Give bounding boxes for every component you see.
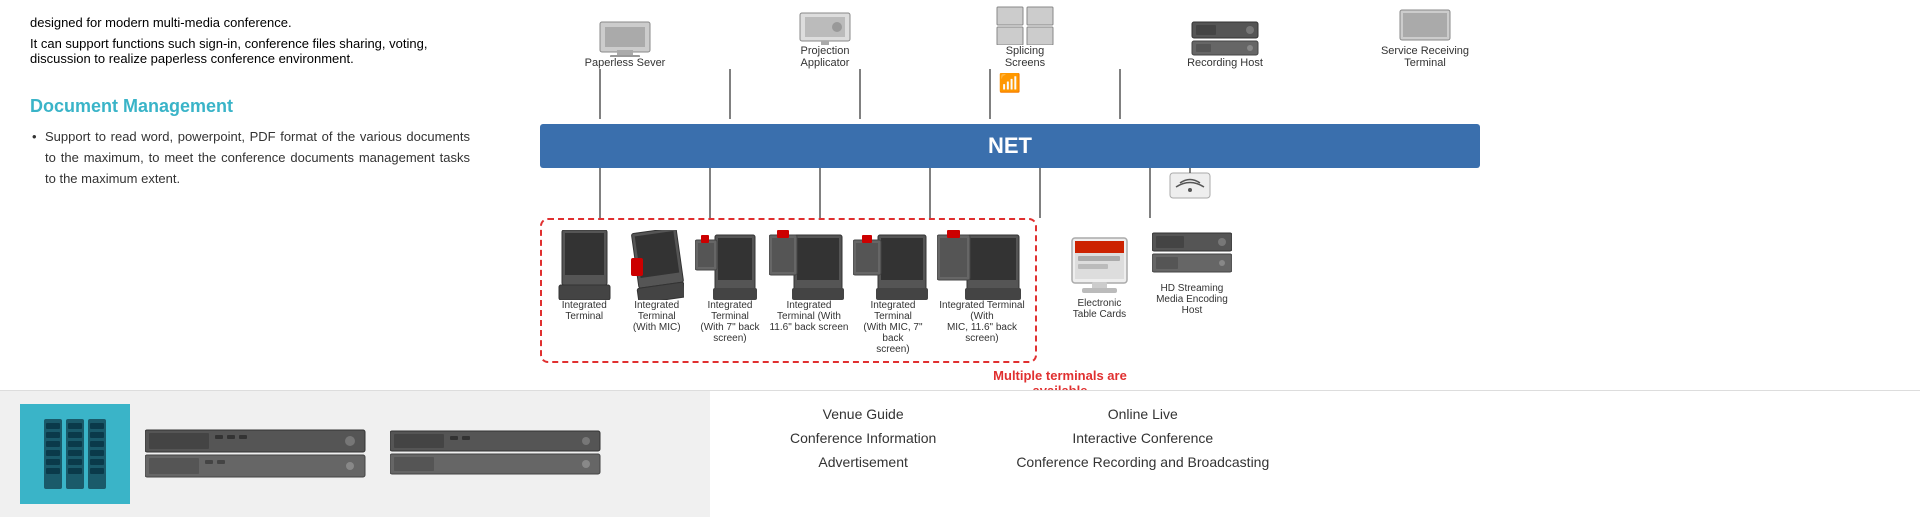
extra-devices: ElectronicTable Cards HD StreamingMedi: [1062, 218, 1232, 320]
electronic-table-cards: ElectronicTable Cards: [1062, 228, 1137, 320]
connector-lines-bottom: [540, 168, 1340, 218]
terminal-3: IntegratedTerminal(With 7" backscreen): [695, 230, 765, 344]
intro-text-2: It can support functions such sign-in, c…: [30, 36, 470, 66]
feature-online-live: Online Live: [1016, 406, 1269, 422]
device-recording-host: Recording Host: [1170, 17, 1280, 69]
feature-venue-guide: Venue Guide: [790, 406, 936, 422]
feature-recording: Conference Recording and Broadcasting: [1016, 454, 1269, 470]
terminal-4-icon: [769, 230, 849, 300]
terminals-and-extra: Integrated Terminal: [540, 218, 1510, 363]
terminal-5-label: Integrated Terminal(With MIC, 7" backscr…: [853, 300, 933, 355]
features-col-1: Venue Guide Conference Information Adver…: [790, 406, 936, 502]
bottom-section: Venue Guide Conference Information Adver…: [0, 390, 1920, 517]
paperless-server-icon: [595, 17, 655, 57]
svg-text:📶: 📶: [999, 72, 1021, 93]
doc-management-title: Document Management: [30, 96, 470, 117]
device-service-terminal: Service ReceivingTerminal: [1370, 5, 1480, 69]
features-col-2: Online Live Interactive Conference Confe…: [1016, 406, 1269, 502]
recording-host-icon: [1190, 17, 1260, 57]
terminal-4-label: IntegratedTerminal (With11.6" back scree…: [769, 300, 848, 333]
terminal-2-label: IntegratedTerminal(With MIC): [633, 300, 681, 333]
server-device-1: [145, 425, 375, 483]
streaming-host-label: HD StreamingMedia EncodingHost: [1156, 283, 1228, 316]
projection-label: ProjectionApplicator: [801, 45, 850, 69]
hd-streaming-host: HD StreamingMedia EncodingHost: [1152, 228, 1232, 316]
terminal-3-label: IntegratedTerminal(With 7" backscreen): [700, 300, 759, 344]
device-projection: ProjectionApplicator: [770, 5, 880, 69]
terminal-6-label: Integrated Terminal (WithMIC, 11.6" back…: [937, 300, 1027, 344]
feature-advertisement: Advertisement: [790, 454, 936, 470]
terminal-4: IntegratedTerminal (With11.6" back scree…: [769, 230, 849, 333]
terminal-1-icon: [557, 230, 612, 300]
bullet-text: Support to read word, powerpoint, PDF fo…: [30, 127, 470, 189]
streaming-host-icon: [1152, 228, 1232, 283]
net-label: NET: [988, 133, 1032, 158]
net-bar: NET: [540, 124, 1480, 168]
bottom-right-features: Venue Guide Conference Information Adver…: [710, 391, 1920, 517]
intro-text-1: designed for modern multi-media conferen…: [30, 15, 470, 30]
page-wrapper: designed for modern multi-media conferen…: [0, 0, 1920, 517]
server-device-2: [390, 428, 605, 481]
server-2-svg: [390, 428, 605, 478]
table-cards-label: ElectronicTable Cards: [1073, 298, 1126, 320]
terminal-6-icon: [937, 230, 1027, 300]
splicing-label: SplicingScreens: [1005, 45, 1045, 69]
cyan-rack-box: [20, 404, 130, 504]
projection-icon: [795, 5, 855, 45]
diagram-section: Paperless Sever ProjectionApplicator: [500, 0, 1520, 390]
service-terminal-label: Service ReceivingTerminal: [1381, 45, 1469, 69]
terminal-2: IntegratedTerminal(With MIC): [622, 230, 690, 333]
terminal-3-icon: [695, 230, 765, 300]
main-content: designed for modern multi-media conferen…: [0, 0, 1920, 390]
multiple-terminals-line1: Multiple terminals are: [993, 368, 1127, 383]
paperless-server-label: Paperless Sever: [585, 57, 666, 69]
terminal-box: Integrated Terminal: [540, 218, 1037, 363]
terminal-2-icon: [629, 230, 684, 300]
terminal-5: Integrated Terminal(With MIC, 7" backscr…: [853, 230, 933, 355]
service-terminal-icon: [1395, 5, 1455, 45]
terminal-6: Integrated Terminal (WithMIC, 11.6" back…: [937, 230, 1027, 344]
terminal-1: Integrated Terminal: [550, 230, 618, 322]
feature-interactive-conf: Interactive Conference: [1016, 430, 1269, 446]
features-section: [1520, 0, 1920, 390]
server-1-svg: [145, 425, 375, 480]
device-splicing: SplicingScreens: [970, 5, 1080, 69]
terminal-5-icon: [853, 230, 933, 300]
bottom-left-images: [0, 391, 710, 517]
terminal-1-label: Integrated Terminal: [562, 300, 607, 322]
splicing-icon: [995, 5, 1055, 45]
feature-conference-info: Conference Information: [790, 430, 936, 446]
table-cards-icon: [1062, 228, 1137, 298]
device-paperless-server: Paperless Sever: [570, 17, 680, 69]
connector-lines-top: 📶: [540, 69, 1340, 124]
recording-host-label: Recording Host: [1187, 57, 1263, 69]
text-section: designed for modern multi-media conferen…: [0, 0, 500, 390]
